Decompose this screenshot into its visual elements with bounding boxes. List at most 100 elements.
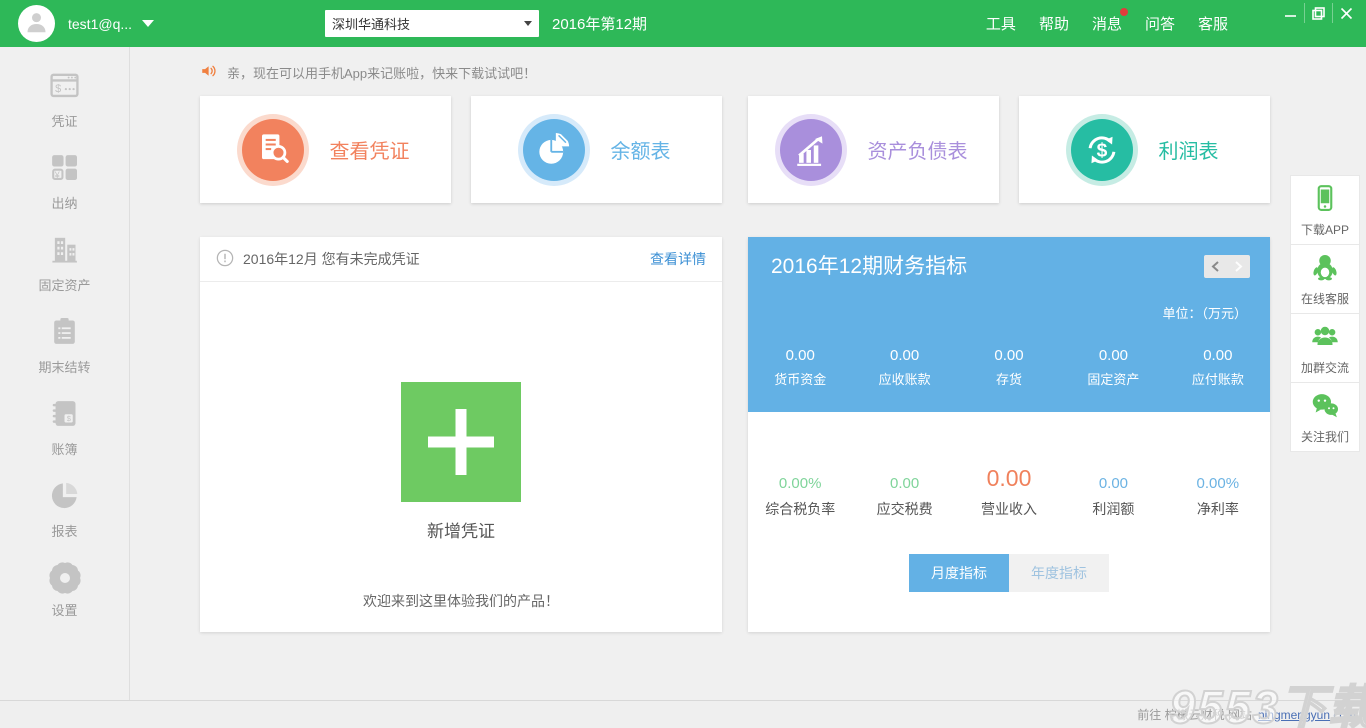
qq-penguin-icon: [1310, 252, 1340, 287]
svg-text:$: $: [1096, 140, 1107, 161]
chevron-right-icon: [1234, 261, 1243, 272]
tab-monthly-indicators[interactable]: 月度指标: [909, 554, 1009, 592]
restore-button[interactable]: [1304, 3, 1332, 23]
sidebar: $ 凭证 ¥ 出纳: [0, 47, 130, 700]
notification-dot: [1120, 8, 1128, 16]
titlebar-menu: 工具 帮助 消息 问答 客服: [986, 0, 1228, 47]
menu-service[interactable]: 客服: [1198, 13, 1228, 34]
indicators-title: 2016年12期财务指标: [771, 250, 967, 280]
rail-join-group[interactable]: 加群交流: [1290, 313, 1360, 383]
metric-revenue: 0.00 营业收入: [957, 465, 1061, 519]
rail-label: 加群交流: [1301, 359, 1349, 376]
voucher-icon: $: [48, 69, 81, 102]
rail-follow-us[interactable]: 关注我们: [1290, 382, 1360, 452]
avatar[interactable]: [18, 5, 55, 42]
user-menu[interactable]: test1@q...: [68, 0, 154, 47]
voucher-panel-header: 2016年12月 您有未完成凭证 查看详情: [200, 237, 722, 282]
metric-receivables: 0.00 应收账款: [852, 347, 956, 388]
metric-inventory: 0.00 存货: [957, 347, 1061, 388]
fixed-assets-icon: [48, 233, 81, 266]
app-promo-notice: 亲，现在可以用手机App来记账啦，快来下载试试吧！: [200, 62, 536, 83]
cashier-icon: ¥: [48, 151, 81, 184]
card-view-vouchers[interactable]: 查看凭证: [200, 96, 451, 203]
view-details-link[interactable]: 查看详情: [650, 249, 706, 269]
bar-chart-arrow-icon: [780, 119, 842, 181]
company-select[interactable]: 深圳华通科技: [325, 10, 539, 37]
report-icon: [48, 479, 81, 512]
rail-download-app[interactable]: 下载APP: [1290, 175, 1360, 245]
app-window: test1@q... 深圳华通科技 2016年第12期 工具 帮助 消息 问答 …: [0, 0, 1366, 728]
window-controls: [1276, 3, 1360, 23]
metric-fixed-assets: 0.00 固定资产: [1061, 347, 1165, 388]
sidebar-label: 账簿: [51, 439, 77, 458]
sidebar-label: 报表: [51, 521, 77, 540]
chevron-left-icon: [1211, 261, 1220, 272]
footer-site-link[interactable]: ningmengyun.com: [1258, 708, 1356, 722]
pie-chart-icon: [523, 119, 585, 181]
speaker-icon: [200, 62, 218, 83]
sidebar-item-voucher[interactable]: $ 凭证: [0, 69, 129, 130]
add-voucher-button[interactable]: [401, 382, 521, 502]
card-trial-balance[interactable]: 余额表: [471, 96, 722, 203]
sidebar-label: 凭证: [51, 111, 77, 130]
minimize-button[interactable]: [1276, 3, 1304, 23]
sidebar-label: 设置: [51, 600, 77, 619]
sidebar-item-period-end-closing[interactable]: 期末结转: [0, 315, 129, 376]
welcome-text: 欢迎来到这里体验我们的产品！: [200, 591, 722, 611]
add-voucher-label: 新增凭证: [200, 517, 722, 542]
sidebar-item-ledger[interactable]: $ 账簿: [0, 397, 129, 458]
ledger-icon: $: [48, 397, 81, 430]
metric-tax-burden: 0.00% 综合税负率: [748, 475, 852, 519]
metric-profit: 0.00 利润额: [1061, 475, 1165, 519]
rail-label: 关注我们: [1301, 428, 1349, 445]
chevron-down-icon: [142, 20, 154, 27]
card-label: 查看凭证: [330, 135, 410, 164]
chevron-down-icon: [524, 21, 532, 26]
wechat-icon: [1310, 390, 1340, 425]
indicators-panel: 2016年12期财务指标 单位：（万元） 0.0: [748, 237, 1270, 632]
menu-qa[interactable]: 问答: [1145, 13, 1175, 34]
user-icon: [23, 8, 50, 40]
phone-icon: [1310, 183, 1340, 218]
unfinished-voucher-text: 2016年12月 您有未完成凭证: [243, 249, 420, 269]
notice-text: 亲，现在可以用手机App来记账啦，快来下载试试吧！: [227, 63, 536, 82]
card-label: 余额表: [611, 135, 671, 164]
alert-icon: [216, 249, 234, 270]
indicator-tabs: 月度指标 年度指标: [909, 554, 1109, 592]
menu-messages[interactable]: 消息: [1092, 13, 1122, 34]
tab-yearly-indicators[interactable]: 年度指标: [1009, 554, 1109, 592]
sidebar-item-reports[interactable]: 报表: [0, 479, 129, 540]
close-button[interactable]: [1332, 3, 1360, 23]
next-period-button[interactable]: [1227, 255, 1250, 278]
svg-text:¥: ¥: [54, 170, 60, 180]
group-icon: [1310, 321, 1340, 356]
document-search-icon: [242, 119, 304, 181]
gear-icon: [52, 565, 78, 591]
main-content: 亲，现在可以用手机App来记账啦，快来下载试试吧！: [131, 47, 1366, 700]
card-label: 资产负债表: [868, 135, 968, 164]
minimize-icon: [1284, 7, 1297, 20]
unit-label: 单位：（万元）: [1162, 303, 1247, 322]
footer: 前往 柠檬云财税 网站 ningmengyun.com: [0, 700, 1366, 728]
menu-tools[interactable]: 工具: [986, 13, 1016, 34]
menu-help[interactable]: 帮助: [1039, 13, 1069, 34]
rail-online-service[interactable]: 在线客服: [1290, 244, 1360, 314]
secondary-metrics: 0.00% 综合税负率 0.00 应交税费 0.00 营业收入 0.00: [748, 465, 1270, 519]
restore-icon: [1312, 7, 1325, 20]
footer-text: 前往 柠檬云财税 网站: [1137, 706, 1252, 723]
prev-period-button[interactable]: [1204, 255, 1227, 278]
username-label: test1@q...: [68, 16, 132, 32]
card-balance-sheet[interactable]: 资产负债表: [748, 96, 999, 203]
sidebar-label: 固定资产: [38, 275, 90, 294]
svg-text:$: $: [55, 83, 61, 95]
period-end-icon: [48, 315, 81, 348]
sidebar-item-settings[interactable]: 设置: [0, 561, 129, 619]
sidebar-label: 出纳: [51, 193, 77, 212]
sidebar-item-fixed-assets[interactable]: 固定资产: [0, 233, 129, 294]
metric-payables: 0.00 应付账款: [1166, 347, 1270, 388]
card-label: 利润表: [1159, 135, 1219, 164]
sidebar-label: 期末结转: [38, 357, 90, 376]
sidebar-item-cashier[interactable]: ¥ 出纳: [0, 151, 129, 212]
card-income-statement[interactable]: $ 利润表: [1019, 96, 1270, 203]
rail-label: 下载APP: [1301, 221, 1349, 238]
